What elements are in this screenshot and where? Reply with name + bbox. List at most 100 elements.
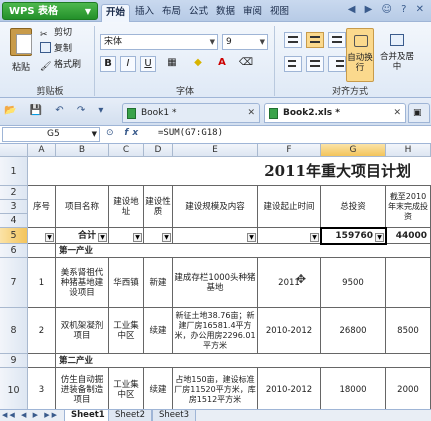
column-header[interactable]: B: [56, 144, 109, 157]
filter-cell[interactable]: ▼: [173, 228, 258, 244]
filter-cell[interactable]: ▼: [28, 228, 56, 244]
font-color-icon[interactable]: A: [214, 56, 230, 72]
bold-button[interactable]: B: [100, 56, 116, 72]
underline-button[interactable]: U: [140, 56, 156, 72]
tab-layout[interactable]: 布局: [158, 4, 185, 22]
borders-icon[interactable]: ▦: [164, 56, 180, 72]
doc-tab-book2[interactable]: Book2.xls * ✕: [264, 103, 406, 123]
sheet-title[interactable]: 2011年重大项目计划: [28, 157, 431, 186]
cell[interactable]: [28, 354, 56, 368]
cell[interactable]: 美系肾祖代种猪基地建设项目: [56, 258, 109, 308]
cell[interactable]: 续建: [144, 368, 173, 409]
row-header[interactable]: 2: [0, 186, 28, 200]
format-painter-button[interactable]: 🖌 格式刷: [40, 58, 81, 72]
clear-format-icon[interactable]: ⌫: [238, 56, 254, 72]
filter-cell[interactable]: ▼: [144, 228, 173, 244]
filter-dropdown-icon[interactable]: ▼: [133, 233, 142, 242]
font-name-select[interactable]: 宋体 ▼: [100, 34, 218, 50]
cell[interactable]: 双机架凝剂项目: [56, 308, 109, 354]
header-cell[interactable]: 总投资: [321, 186, 386, 228]
column-header[interactable]: H: [386, 144, 431, 157]
align-top-button[interactable]: [284, 32, 302, 48]
row-header[interactable]: 9: [0, 354, 28, 368]
tab-start[interactable]: 开始: [101, 4, 131, 22]
cell[interactable]: 工业集中区: [109, 308, 144, 354]
header-cell[interactable]: 截至2010年末完成投资: [386, 186, 431, 228]
filter-dropdown-icon[interactable]: ▼: [98, 233, 107, 242]
cell[interactable]: 2: [28, 308, 56, 354]
row-header[interactable]: 6: [0, 244, 28, 258]
header-cell[interactable]: 序号: [28, 186, 56, 228]
align-center-button[interactable]: [306, 56, 324, 72]
tab-formula[interactable]: 公式: [185, 4, 212, 22]
sheet-tab-sheet2[interactable]: Sheet2: [108, 410, 152, 421]
close-icon[interactable]: ✕: [247, 104, 255, 122]
column-header[interactable]: A: [28, 144, 56, 157]
column-header-selected[interactable]: G: [321, 144, 386, 157]
sheet-tab-sheet3[interactable]: Sheet3: [152, 410, 196, 421]
doc-tab-book1[interactable]: Book1 * ✕: [122, 103, 260, 123]
cell[interactable]: 18000: [321, 368, 386, 409]
cell[interactable]: 新征土地38.76亩；新建厂房16581.4平方米，办公用房2296.01平方米: [173, 308, 258, 354]
row-header[interactable]: 3: [0, 200, 28, 214]
cell[interactable]: 华西镇: [109, 258, 144, 308]
cell[interactable]: 2010-2012: [258, 308, 321, 354]
formula-icons[interactable]: ⊙ fx: [106, 128, 142, 138]
cell[interactable]: 8500: [386, 308, 431, 354]
spreadsheet-grid[interactable]: A B C D E F G H 1 2 3 4 5 6 7 8 9 10 201…: [0, 144, 431, 409]
header-cell[interactable]: 建设规模及内容: [173, 186, 258, 228]
cell[interactable]: 1: [28, 258, 56, 308]
row-header-selected[interactable]: 5: [0, 228, 28, 244]
filter-dropdown-icon[interactable]: ▼: [45, 233, 54, 242]
column-header[interactable]: C: [109, 144, 144, 157]
sheet-tab-sheet1[interactable]: Sheet1: [64, 410, 112, 421]
row-header[interactable]: 8: [0, 308, 28, 354]
filter-dropdown-icon[interactable]: ▼: [310, 233, 319, 242]
tab-data[interactable]: 数据: [212, 4, 239, 22]
cell[interactable]: [28, 244, 56, 258]
row-header[interactable]: 7: [0, 258, 28, 308]
merge-center-button[interactable]: 合并及居中: [378, 28, 416, 82]
align-right-button[interactable]: [328, 56, 346, 72]
header-cell[interactable]: 建设地址: [109, 186, 144, 228]
row-header[interactable]: 1: [0, 157, 28, 186]
cell[interactable]: [386, 258, 431, 308]
cell[interactable]: 26800: [321, 308, 386, 354]
cell[interactable]: 工业集中区: [109, 368, 144, 409]
column-header[interactable]: D: [144, 144, 173, 157]
row-header[interactable]: 10: [0, 368, 28, 409]
name-box[interactable]: G5 ▼: [2, 127, 100, 142]
cell[interactable]: 建成存栏1000头种猪基地: [173, 258, 258, 308]
cell[interactable]: 2011: [258, 258, 321, 308]
quick-access-icons[interactable]: 📂 💾 ↶ ↷ ▾: [4, 105, 108, 116]
paste-button[interactable]: 粘贴: [6, 26, 36, 80]
filter-dropdown-icon[interactable]: ▼: [247, 233, 256, 242]
font-size-select[interactable]: 9 ▼: [222, 34, 268, 50]
cell[interactable]: 2010-2012: [258, 368, 321, 409]
cut-button[interactable]: ✂ 剪切: [40, 26, 72, 40]
total-label-cell[interactable]: 合计 ▼: [56, 228, 109, 244]
italic-button[interactable]: I: [120, 56, 136, 72]
cell[interactable]: 续建: [144, 308, 173, 354]
close-icon[interactable]: ✕: [393, 104, 401, 122]
cell[interactable]: 占地150亩，建设标准厂房11520平方米，库房1512平方米: [173, 368, 258, 409]
tab-review[interactable]: 审阅: [239, 4, 266, 22]
row-header[interactable]: 4: [0, 214, 28, 228]
filter-cell[interactable]: ▼: [109, 228, 144, 244]
auto-wrap-button[interactable]: 自动换行: [346, 28, 374, 82]
copy-button[interactable]: 复制: [40, 42, 72, 56]
cell[interactable]: 9500: [321, 258, 386, 308]
column-header[interactable]: E: [173, 144, 258, 157]
align-left-button[interactable]: [284, 56, 302, 72]
tab-view[interactable]: 视图: [266, 4, 293, 22]
cell[interactable]: 2000: [386, 368, 431, 409]
sheet-nav-arrows[interactable]: ◀◀ ◀ ▶ ▶▶: [2, 410, 59, 421]
header-cell[interactable]: 建设起止时间: [258, 186, 321, 228]
header-cell[interactable]: 建设性质: [144, 186, 173, 228]
align-middle-button[interactable]: [306, 32, 324, 48]
filter-dropdown-icon[interactable]: ▼: [162, 233, 171, 242]
filter-cell[interactable]: ▼: [258, 228, 321, 244]
fill-color-icon[interactable]: ◆: [190, 56, 206, 72]
tab-insert[interactable]: 插入: [131, 4, 158, 22]
formula-input[interactable]: =SUM(G7:G18): [158, 128, 223, 138]
